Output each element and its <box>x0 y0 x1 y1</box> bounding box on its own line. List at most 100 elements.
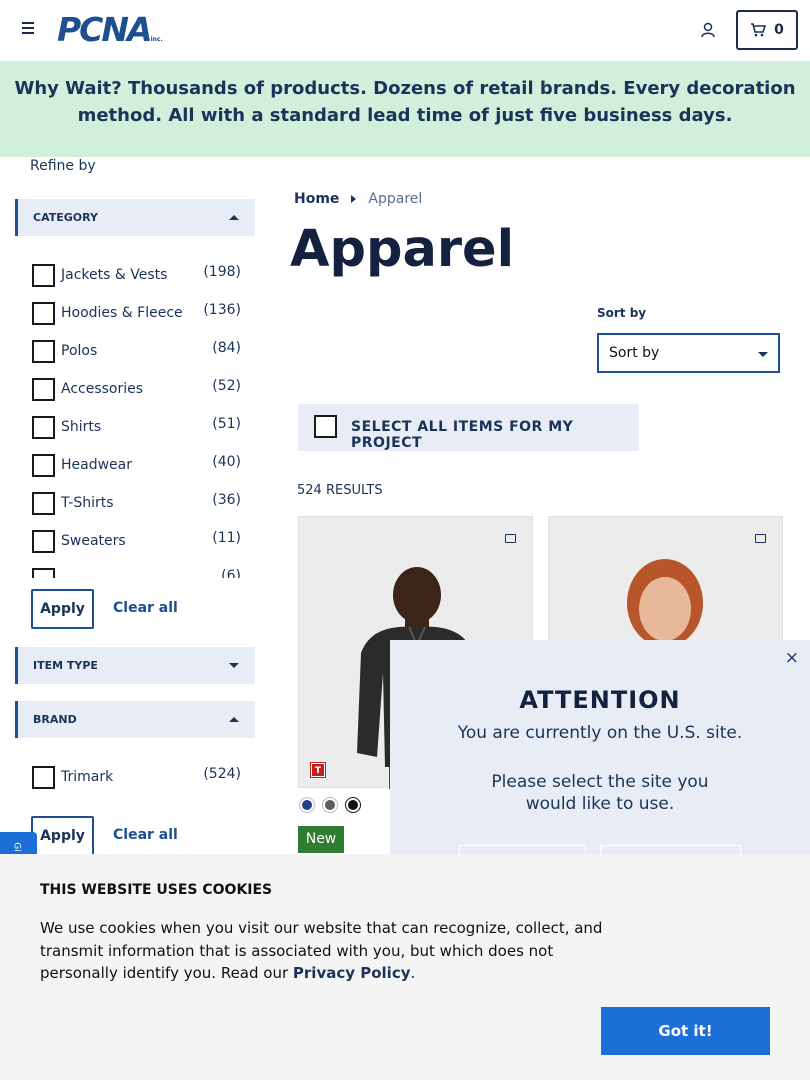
select-all-label: SELECT ALL ITEMS FOR MY PROJECT <box>351 419 574 451</box>
category-label: Headwear <box>61 457 133 473</box>
breadcrumb: Home Apparel <box>294 191 422 207</box>
category-count: (136) <box>203 302 241 318</box>
cookie-banner: THIS WEBSITE USES COOKIES We use cookies… <box>0 854 810 1080</box>
cookie-end: . <box>410 964 416 982</box>
category-item[interactable]: Shirts (51) <box>30 414 245 452</box>
caret-down-icon <box>229 663 239 668</box>
breadcrumb-current: Apparel <box>368 191 423 207</box>
item-type-facet-title: ITEM TYPE <box>33 659 98 672</box>
brand-item[interactable]: Trimark (524) <box>30 764 245 794</box>
category-count: (6) <box>221 568 241 578</box>
promo-banner: Why Wait? Thousands of products. Dozens … <box>0 61 810 157</box>
category-checkbox[interactable] <box>32 378 55 401</box>
category-label: Shirts <box>61 419 102 435</box>
category-label: Hoodies & Fleece <box>61 305 183 321</box>
category-checkbox[interactable] <box>32 302 55 325</box>
caret-up-icon <box>229 215 239 220</box>
category-facet-toggle[interactable]: CATEGORY <box>15 199 255 236</box>
category-checkbox[interactable] <box>32 264 55 287</box>
cookie-text: We use cookies when you visit our websit… <box>40 917 610 985</box>
brand-checkbox[interactable] <box>32 766 55 789</box>
account-icon[interactable] <box>699 21 717 39</box>
pcna-logo[interactable]: PCNAinc. <box>57 13 163 57</box>
banner-lead: Why Wait? <box>14 78 122 99</box>
category-checkbox[interactable] <box>32 492 55 515</box>
chevron-down-icon <box>758 352 768 357</box>
brand-facet-title: BRAND <box>33 713 77 726</box>
sort-label: Sort by <box>597 306 647 320</box>
category-item[interactable]: Polos (84) <box>30 338 245 376</box>
item-type-facet-toggle[interactable]: ITEM TYPE <box>15 647 255 684</box>
category-label: Jackets & Vests <box>61 267 168 283</box>
side-tab-label: Gi <box>11 842 22 852</box>
site-header: PCNAinc. 0 <box>0 0 810 61</box>
category-count: (84) <box>212 340 241 356</box>
category-count: (52) <box>212 378 241 394</box>
category-item[interactable]: (6) <box>30 566 245 578</box>
modal-prompt-line2: would like to use. <box>525 794 675 814</box>
category-label: Sweaters <box>61 533 126 549</box>
caret-up-icon <box>229 717 239 722</box>
brand-label: Trimark <box>61 769 114 785</box>
trimark-brand-badge: T <box>310 762 326 778</box>
sort-select-value: Sort by <box>609 345 660 361</box>
cart-count: 0 <box>774 22 784 38</box>
category-facet-title: CATEGORY <box>33 211 98 224</box>
select-all-toggle[interactable]: SELECT ALL ITEMS FOR MY PROJECT <box>298 404 639 451</box>
color-swatches <box>299 797 361 813</box>
category-label: T-Shirts <box>61 495 114 511</box>
new-badge: New <box>298 826 344 853</box>
hamburger-menu-icon[interactable] <box>20 22 36 38</box>
brand-facet-toggle[interactable]: BRAND <box>15 701 255 738</box>
breadcrumb-arrow-icon <box>351 195 357 203</box>
category-checkbox[interactable] <box>32 530 55 553</box>
category-item[interactable]: T-Shirts (36) <box>30 490 245 528</box>
refine-label: Refine by <box>30 158 96 174</box>
category-checkbox[interactable] <box>32 340 55 363</box>
category-label: Accessories <box>61 381 144 397</box>
banner-text: Thousands of products. Dozens of retail … <box>77 78 796 126</box>
color-swatch-black[interactable] <box>345 797 361 813</box>
modal-title: ATTENTION <box>519 686 681 714</box>
category-count: (36) <box>212 492 241 508</box>
category-count: (11) <box>212 530 241 546</box>
brand-count: (524) <box>203 766 241 782</box>
page: PCNAinc. 0 Why Wait? Thousands of produc… <box>0 0 810 1080</box>
category-list[interactable]: Jackets & Vests (198) Hoodies & Fleece (… <box>30 262 245 578</box>
category-checkbox[interactable] <box>32 416 55 439</box>
site-selection-modal: × ATTENTION You are currently on the U.S… <box>390 640 810 885</box>
add-to-project-icon[interactable] <box>505 534 516 543</box>
cart-button[interactable]: 0 <box>736 10 798 50</box>
category-item[interactable]: Accessories (52) <box>30 376 245 414</box>
category-count: (51) <box>212 416 241 432</box>
category-clear-all-link[interactable]: Clear all <box>113 600 178 616</box>
privacy-policy-link[interactable]: Privacy Policy <box>293 964 411 982</box>
breadcrumb-home-link[interactable]: Home <box>294 191 339 207</box>
brand-apply-button[interactable]: Apply <box>31 816 94 856</box>
category-item[interactable]: Hoodies & Fleece (136) <box>30 300 245 338</box>
category-item[interactable]: Headwear (40) <box>30 452 245 490</box>
color-swatch-grey[interactable] <box>322 797 338 813</box>
color-swatch-navy[interactable] <box>299 797 315 813</box>
add-to-project-icon[interactable] <box>755 534 766 543</box>
select-all-checkbox[interactable] <box>314 415 337 438</box>
side-feedback-tab[interactable]: Gi <box>0 832 37 856</box>
category-count: (198) <box>203 264 241 280</box>
cart-icon <box>751 23 767 37</box>
modal-message: You are currently on the U.S. site. <box>457 723 743 743</box>
category-label: Polos <box>61 343 98 359</box>
category-item[interactable]: Sweaters (11) <box>30 528 245 566</box>
page-title: Apparel <box>290 220 515 279</box>
modal-prompt-line1: Please select the site you <box>491 772 709 792</box>
category-count: (40) <box>212 454 241 470</box>
results-count: 524 RESULTS <box>297 483 383 498</box>
cookie-accept-button[interactable]: Got it! <box>601 1007 770 1055</box>
close-icon[interactable]: × <box>785 648 799 668</box>
cookie-title: THIS WEBSITE USES COOKIES <box>40 882 273 898</box>
category-checkbox[interactable] <box>32 568 55 578</box>
category-item[interactable]: Jackets & Vests (198) <box>30 262 245 300</box>
sort-select[interactable]: Sort by <box>597 333 780 373</box>
category-checkbox[interactable] <box>32 454 55 477</box>
category-apply-button[interactable]: Apply <box>31 589 94 629</box>
brand-clear-all-link[interactable]: Clear all <box>113 827 178 843</box>
